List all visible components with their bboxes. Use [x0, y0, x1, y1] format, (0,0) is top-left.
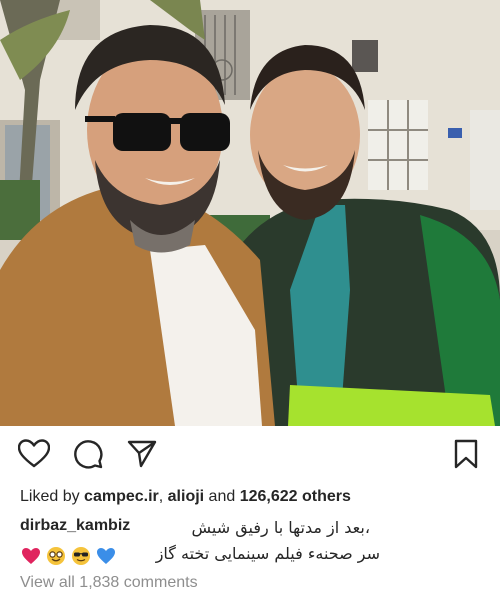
likes-prefix: Liked by [20, 488, 85, 505]
likes-separator: , [158, 488, 168, 505]
nerd-face-emoji [45, 545, 67, 567]
view-all-comments-link[interactable]: View all 1,838 comments [20, 574, 198, 592]
caption-emojis [20, 545, 117, 567]
save-button[interactable] [448, 436, 484, 472]
likes-conjunction: and [204, 488, 240, 505]
caption-username[interactable]: dirbaz_kambiz [20, 517, 130, 535]
liker-link-2[interactable]: alioji [168, 488, 204, 505]
paper-plane-icon [127, 440, 157, 468]
red-heart-emoji [20, 545, 42, 567]
like-button[interactable] [16, 436, 52, 472]
sunglasses-face-emoji [70, 545, 92, 567]
caption-text-line-2: سر صحنهء فیلم سینمایی تخته گاز [155, 544, 380, 563]
heart-outline-icon [18, 439, 50, 468]
liker-link-1[interactable]: campec.ir [84, 488, 159, 505]
comment-button[interactable] [70, 436, 106, 472]
likes-others-link[interactable]: 126,622 others [240, 488, 351, 505]
speech-bubble-icon [74, 440, 103, 469]
caption-text-line-1: ،بعد از مدتها با رفیق شیش [191, 518, 370, 537]
bookmark-icon [454, 439, 478, 469]
selfie-photo [0, 0, 500, 426]
blue-heart-emoji [95, 545, 117, 567]
post-action-bar [0, 436, 500, 476]
likes-summary: Liked by campec.ir, alioji and 126,622 o… [20, 488, 351, 506]
post-photo[interactable] [0, 0, 500, 426]
share-button[interactable] [124, 436, 160, 472]
